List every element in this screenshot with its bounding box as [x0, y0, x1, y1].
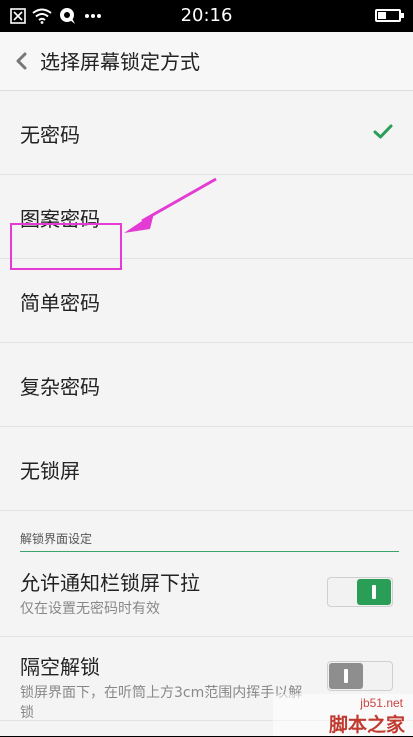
lock-option-label: 无密码: [20, 123, 80, 147]
lock-option-simple-pin[interactable]: 简单密码: [0, 259, 413, 343]
header: 选择屏幕锁定方式: [0, 32, 413, 91]
battery-icon: [375, 9, 404, 22]
notification-pulldown-toggle[interactable]: [327, 577, 393, 607]
section-label: 解锁界面设定: [20, 532, 93, 546]
back-icon[interactable]: [12, 49, 32, 73]
lock-option-list: 无密码 图案密码 简单密码 复杂密码 无锁屏: [0, 91, 413, 511]
annotation-highlight-box: [10, 223, 122, 270]
status-bar: 20:16: [0, 0, 413, 32]
watermark: jb51.net 脚本之家: [273, 694, 413, 736]
lock-option-label: 简单密码: [20, 291, 100, 315]
lock-option-complex-password[interactable]: 复杂密码: [0, 343, 413, 427]
setting-notification-pulldown[interactable]: 允许通知栏锁屏下拉 仅在设置无密码时有效: [0, 553, 413, 637]
toggle-knob: [329, 663, 363, 689]
watermark-site: jb51.net: [360, 696, 403, 710]
lock-option-label: 无锁屏: [20, 459, 80, 483]
annotation-arrow-icon: [124, 177, 217, 233]
air-unlock-toggle[interactable]: [327, 661, 393, 691]
setting-description: 锁屏界面下，在听筒上方3cm范围内挥手以解锁: [20, 685, 303, 721]
watermark-name: 脚本之家: [328, 714, 405, 736]
setting-title: 允许通知栏锁屏下拉: [20, 571, 200, 595]
lock-option-label: 复杂密码: [20, 375, 100, 399]
page-title: 选择屏幕锁定方式: [40, 50, 200, 74]
setting-description: 仅在设置无密码时有效: [20, 601, 160, 617]
battery-level: [378, 12, 386, 19]
lock-option-no-lockscreen[interactable]: 无锁屏: [0, 427, 413, 511]
status-time: 20:16: [180, 5, 233, 26]
section-divider: [20, 551, 399, 552]
screen: 选择屏幕锁定方式 无密码 图案密码 简单密码 复杂密码 无锁屏 解锁界面设定 允…: [0, 32, 413, 736]
lock-option-none[interactable]: 无密码: [0, 91, 413, 175]
toggle-knob: [357, 579, 391, 605]
section-header: 解锁界面设定: [0, 522, 413, 552]
setting-title: 隔空解锁: [20, 655, 100, 679]
check-icon: [373, 124, 393, 139]
